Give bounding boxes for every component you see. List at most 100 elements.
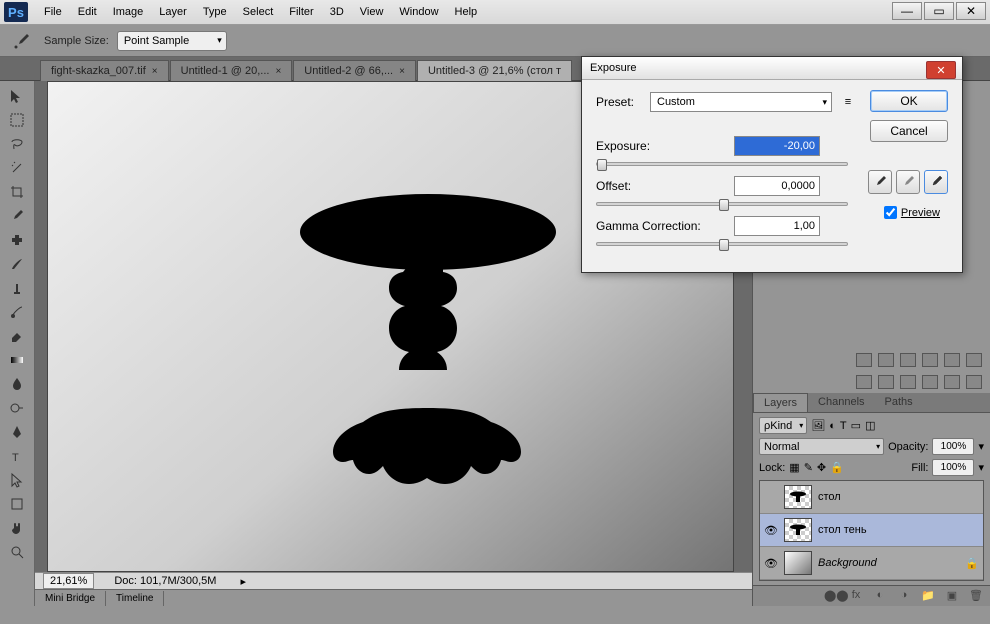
menu-select[interactable]: Select <box>235 2 282 22</box>
menu-filter[interactable]: Filter <box>281 2 321 22</box>
close-icon[interactable]: × <box>152 66 158 77</box>
doc-tab-1[interactable]: Untitled-1 @ 20,...× <box>170 60 293 81</box>
preview-checkbox-input[interactable] <box>884 206 897 219</box>
layer-thumbnail[interactable] <box>784 551 812 575</box>
trash-icon[interactable]: 🗑 <box>968 589 984 603</box>
healing-tool[interactable] <box>4 229 30 251</box>
timeline-tab[interactable]: Timeline <box>106 591 164 606</box>
preview-checkbox[interactable]: Preview <box>884 206 940 219</box>
hand-tool[interactable] <box>4 517 30 539</box>
layer-name[interactable]: стол <box>818 491 841 503</box>
doc-tab-0[interactable]: fight-skazka_007.tif× <box>40 60 169 81</box>
pen-tool[interactable] <box>4 421 30 443</box>
menu-help[interactable]: Help <box>447 2 486 22</box>
close-icon[interactable]: × <box>275 66 281 77</box>
blend-mode-dropdown[interactable]: Normal <box>759 438 884 455</box>
dodge-tool[interactable] <box>4 397 30 419</box>
doc-tab-2[interactable]: Untitled-2 @ 66,...× <box>293 60 416 81</box>
crop-tool[interactable] <box>4 181 30 203</box>
marquee-tool[interactable] <box>4 109 30 131</box>
lock-trans-icon[interactable]: ▦ <box>789 461 799 474</box>
gradient-tool[interactable] <box>4 349 30 371</box>
shape-tool[interactable] <box>4 493 30 515</box>
channels-tab[interactable]: Channels <box>808 393 874 412</box>
zoom-value[interactable]: 21,61% <box>43 573 94 589</box>
move-tool[interactable] <box>4 85 30 107</box>
visibility-toggle[interactable]: 👁 <box>764 557 778 570</box>
ok-button[interactable]: OK <box>870 90 948 112</box>
lock-pixels-icon[interactable]: ✎ <box>804 461 813 474</box>
menu-view[interactable]: View <box>352 2 392 22</box>
menu-image[interactable]: Image <box>105 2 152 22</box>
close-icon[interactable]: × <box>399 66 405 77</box>
adjust-icon[interactable] <box>944 375 960 389</box>
gamma-slider[interactable] <box>596 242 848 246</box>
layer-name[interactable]: Background <box>818 557 877 569</box>
exposure-slider[interactable] <box>596 162 848 166</box>
eraser-tool[interactable] <box>4 325 30 347</box>
preset-dropdown[interactable]: Custom <box>650 92 832 112</box>
minibridge-tab[interactable]: Mini Bridge <box>35 591 106 606</box>
menu-type[interactable]: Type <box>195 2 235 22</box>
layer-thumbnail[interactable] <box>784 485 812 509</box>
white-point-eyedropper[interactable] <box>924 170 948 194</box>
doc-tab-3[interactable]: Untitled-3 @ 21,6% (стол т <box>417 60 572 81</box>
new-layer-icon[interactable]: ▣ <box>944 589 960 603</box>
gray-point-eyedropper[interactable] <box>896 170 920 194</box>
offset-slider[interactable] <box>596 202 848 206</box>
visibility-toggle[interactable]: 👁 <box>764 524 778 537</box>
adjust-icon[interactable] <box>900 375 916 389</box>
mask-icon[interactable]: ◐ <box>872 589 888 603</box>
eyedropper-tool-icon[interactable] <box>8 31 36 51</box>
black-point-eyedropper[interactable] <box>868 170 892 194</box>
gamma-input[interactable] <box>734 216 820 236</box>
preset-menu-icon[interactable]: ≡ <box>840 94 856 110</box>
adjust-icon[interactable] <box>856 375 872 389</box>
stamp-tool[interactable] <box>4 277 30 299</box>
adjust-icon[interactable] <box>922 353 938 367</box>
adjust-icon[interactable] <box>966 375 982 389</box>
adjust-icon[interactable] <box>966 353 982 367</box>
sample-size-dropdown[interactable]: Point Sample <box>117 31 227 51</box>
lock-all-icon[interactable]: 🔒 <box>830 461 844 474</box>
exposure-input[interactable] <box>734 136 820 156</box>
layer-row[interactable]: 👁 Background 🔒 <box>760 547 983 580</box>
adjust-icon[interactable] <box>878 375 894 389</box>
menu-layer[interactable]: Layer <box>151 2 195 22</box>
menu-file[interactable]: File <box>36 2 70 22</box>
paths-tab[interactable]: Paths <box>875 393 923 412</box>
adjust-icon[interactable] <box>900 353 916 367</box>
chevron-right-icon[interactable]: ▸ <box>240 575 246 588</box>
path-select-tool[interactable] <box>4 469 30 491</box>
history-brush-tool[interactable] <box>4 301 30 323</box>
layers-tab[interactable]: Layers <box>753 393 808 412</box>
minimize-button[interactable]: — <box>892 2 922 20</box>
layer-row[interactable]: 👁 стол тень <box>760 514 983 547</box>
layer-thumbnail[interactable] <box>784 518 812 542</box>
lock-pos-icon[interactable]: ✥ <box>817 461 826 474</box>
link-icon[interactable]: ⬤⬤ <box>824 589 840 603</box>
blur-tool[interactable] <box>4 373 30 395</box>
adjust-icon[interactable] <box>856 353 872 367</box>
eyedropper-tool[interactable] <box>4 205 30 227</box>
folder-icon[interactable]: 📁 <box>920 589 936 603</box>
adjust-icon[interactable] <box>878 353 894 367</box>
dialog-close-button[interactable]: ✕ <box>926 61 956 79</box>
type-tool[interactable]: T <box>4 445 30 467</box>
layer-filter-kind[interactable]: ρ Kind <box>759 417 807 434</box>
menu-3d[interactable]: 3D <box>322 2 352 22</box>
lasso-tool[interactable] <box>4 133 30 155</box>
dialog-title-bar[interactable]: Exposure ✕ <box>582 57 962 80</box>
fx-icon[interactable]: fx <box>848 589 864 603</box>
close-button[interactable]: ✕ <box>956 2 986 20</box>
offset-input[interactable] <box>734 176 820 196</box>
cancel-button[interactable]: Cancel <box>870 120 948 142</box>
zoom-tool[interactable] <box>4 541 30 563</box>
layer-row[interactable]: стол <box>760 481 983 514</box>
wand-tool[interactable] <box>4 157 30 179</box>
menu-edit[interactable]: Edit <box>70 2 105 22</box>
brush-tool[interactable] <box>4 253 30 275</box>
menu-window[interactable]: Window <box>391 2 446 22</box>
adjust-icon[interactable] <box>944 353 960 367</box>
opacity-input[interactable]: 100% <box>932 438 974 455</box>
